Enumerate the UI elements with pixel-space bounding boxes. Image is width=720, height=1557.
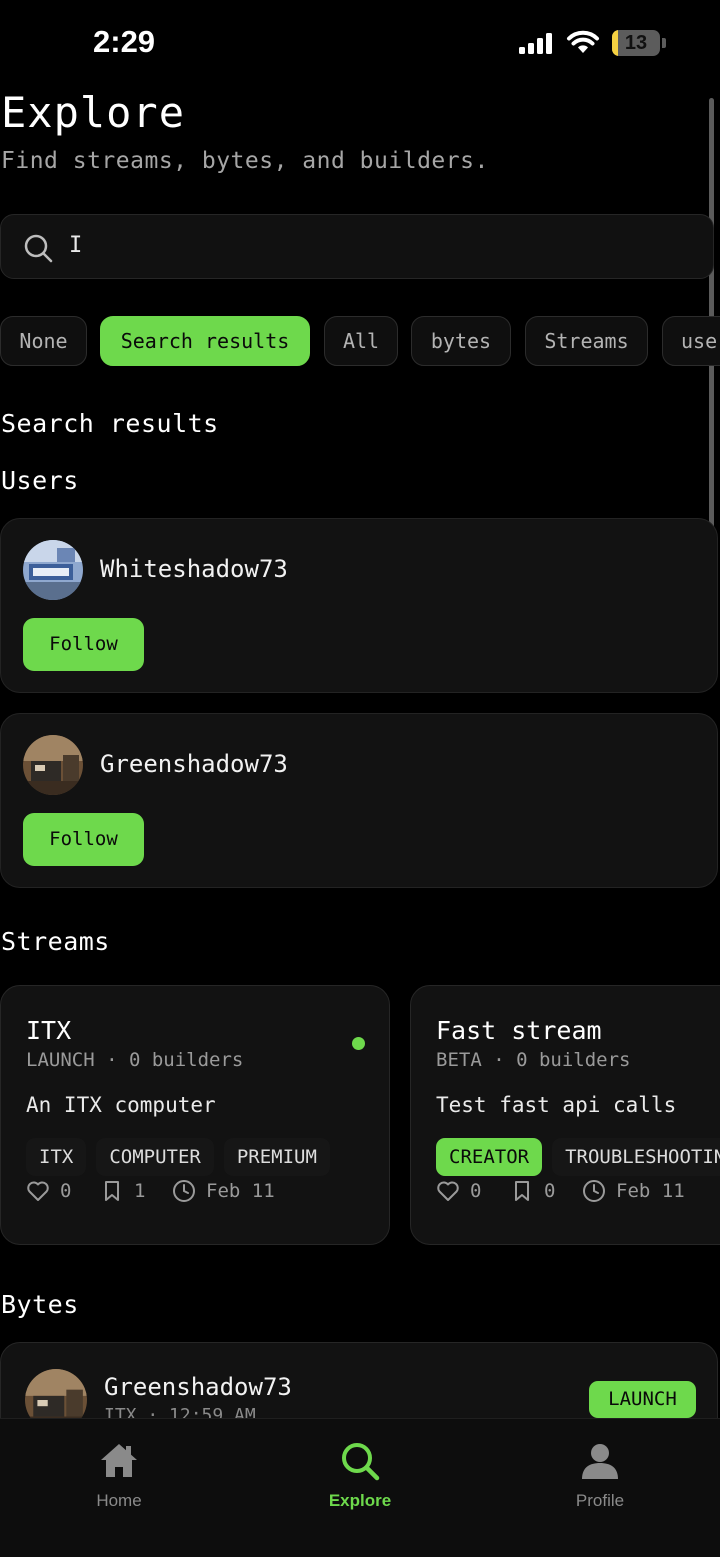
wifi-icon [567,30,599,53]
stream-description: Test fast api calls [436,1093,677,1117]
stream-tag[interactable]: TROUBLESHOOTING [552,1138,720,1176]
page-title: Explore [1,88,186,137]
clock-icon [173,1180,195,1202]
byte-author[interactable]: Greenshadow73 [104,1373,292,1401]
user-card[interactable]: Greenshadow73 Follow [0,713,718,888]
battery-level: 13 [624,32,648,54]
date-label: Feb 11 [616,1180,685,1202]
tab-home[interactable]: Home [49,1439,189,1529]
stream-description: An ITX computer [26,1093,216,1117]
filter-chips: None Search results All bytes Streams us… [0,316,720,368]
chip-all[interactable]: All [324,316,398,366]
tab-home-label: Home [96,1491,142,1510]
stream-tag[interactable]: COMPUTER [96,1138,214,1176]
user-name[interactable]: Whiteshadow73 [100,555,288,583]
bytes-heading: Bytes [1,1290,79,1319]
follow-button[interactable]: Follow [23,618,144,671]
stream-tag[interactable]: ITX [26,1138,87,1176]
tab-profile-label: Profile [575,1491,625,1510]
chip-search-results[interactable]: Search results [100,316,310,366]
chip-streams[interactable]: Streams [525,316,648,366]
tab-explore[interactable]: Explore [290,1439,430,1529]
stream-tags: ITX COMPUTER PREMIUM [26,1138,340,1176]
stream-tags: CREATOR TROUBLESHOOTING [436,1138,720,1176]
save-count: 0 [544,1180,556,1202]
clock-icon [583,1180,605,1202]
status-time: 2:29 [93,24,156,59]
bookmark-icon [515,1181,529,1201]
tab-explore-label: Explore [328,1491,392,1510]
streams-heading: Streams [1,927,110,956]
avatar[interactable] [23,735,83,795]
avatar[interactable] [23,540,83,600]
chip-bytes[interactable]: bytes [411,316,511,366]
tab-profile[interactable]: Profile [530,1439,670,1529]
follow-button[interactable]: Follow [23,813,144,866]
search-input[interactable]: I [0,214,714,279]
stream-tag[interactable]: PREMIUM [223,1138,330,1176]
results-heading: Search results [1,409,219,438]
date-label: Feb 11 [206,1180,275,1202]
user-card[interactable]: Whiteshadow73 Follow [0,518,718,693]
stream-tag[interactable]: CREATOR [436,1138,543,1176]
chip-none[interactable]: None [0,316,87,366]
stream-card[interactable]: ITX LAUNCH · 0 builders An ITX computer … [0,985,390,1245]
chip-users[interactable]: users [662,316,720,366]
search-value[interactable]: I [69,233,82,258]
page-subtitle: Find streams, bytes, and builders. [1,148,489,174]
stream-meta: BETA · 0 builders [436,1049,631,1071]
status-badge: LAUNCH [589,1381,696,1418]
users-heading: Users [1,466,79,495]
search-icon [342,1443,380,1481]
battery-icon: 13 [612,30,666,56]
stream-title: ITX [26,1016,72,1045]
search-icon [24,234,53,263]
stream-title: Fast stream [436,1016,602,1045]
like-count: 0 [60,1180,72,1202]
like-count: 0 [470,1180,482,1202]
heart-icon [437,1181,459,1201]
status-bar: 2:29 13 [0,0,720,86]
bookmark-icon [105,1181,119,1201]
tab-bar: Home Explore Profile [0,1418,720,1557]
home-icon [101,1444,137,1477]
stream-meta: LAUNCH · 0 builders [26,1049,244,1071]
save-count: 1 [134,1180,146,1202]
heart-icon [27,1181,49,1201]
user-name[interactable]: Greenshadow73 [100,750,288,778]
profile-icon [582,1444,618,1479]
live-indicator [352,1037,365,1050]
signal-icon [519,33,552,54]
stream-card[interactable]: Fast stream BETA · 0 builders Test fast … [410,985,720,1245]
